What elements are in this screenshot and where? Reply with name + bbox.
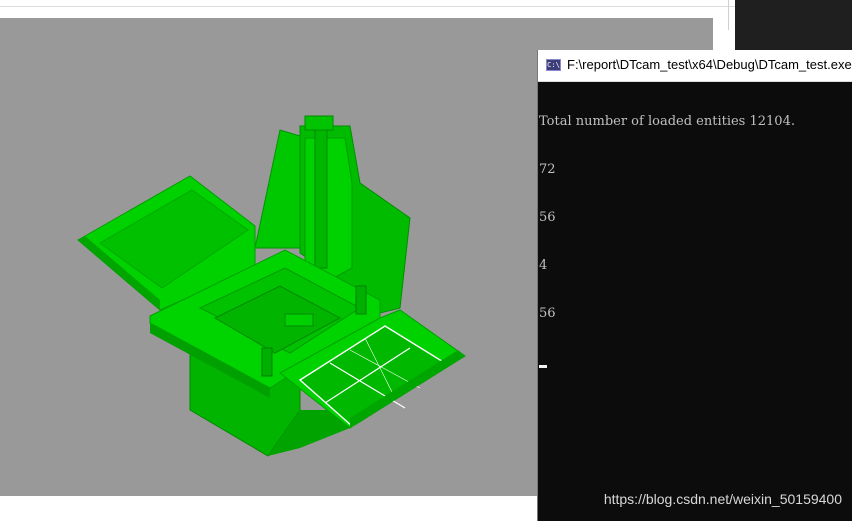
console-line: 4 [539,258,548,273]
console-title: F:\report\DTcam_test\x64\Debug\DTcam_tes… [567,57,852,72]
model-post-left [261,347,273,377]
desktop: C:\ F:\report\DTcam_test\x64\Debug\DTcam… [0,0,852,521]
model-spindle-top [304,115,334,131]
background-dark-window [735,0,852,50]
model-spindle-rod [314,127,328,269]
console-line: 56 [539,210,556,225]
watermark: https://blog.csdn.net/weixin_50159400 [603,491,842,507]
text-cursor [539,365,547,368]
console-output[interactable]: Total number of loaded entities 12104. 7… [538,82,852,402]
model-column-face [304,137,353,281]
console-line: 72 [539,162,556,177]
console-line: Total number of loaded entities 12104. [539,114,795,129]
console-line: 56 [539,306,556,321]
console-window[interactable]: C:\ F:\report\DTcam_test\x64\Debug\DTcam… [537,50,852,521]
viewer-divider [728,0,729,30]
model-post-right [355,285,367,315]
console-app-icon: C:\ [546,59,561,71]
model-carriage-block [284,313,314,327]
console-cursor-line [539,354,852,370]
viewer-title-strip [0,0,735,7]
console-title-bar[interactable]: C:\ F:\report\DTcam_test\x64\Debug\DTcam… [538,50,852,82]
model-back-column [254,129,306,249]
